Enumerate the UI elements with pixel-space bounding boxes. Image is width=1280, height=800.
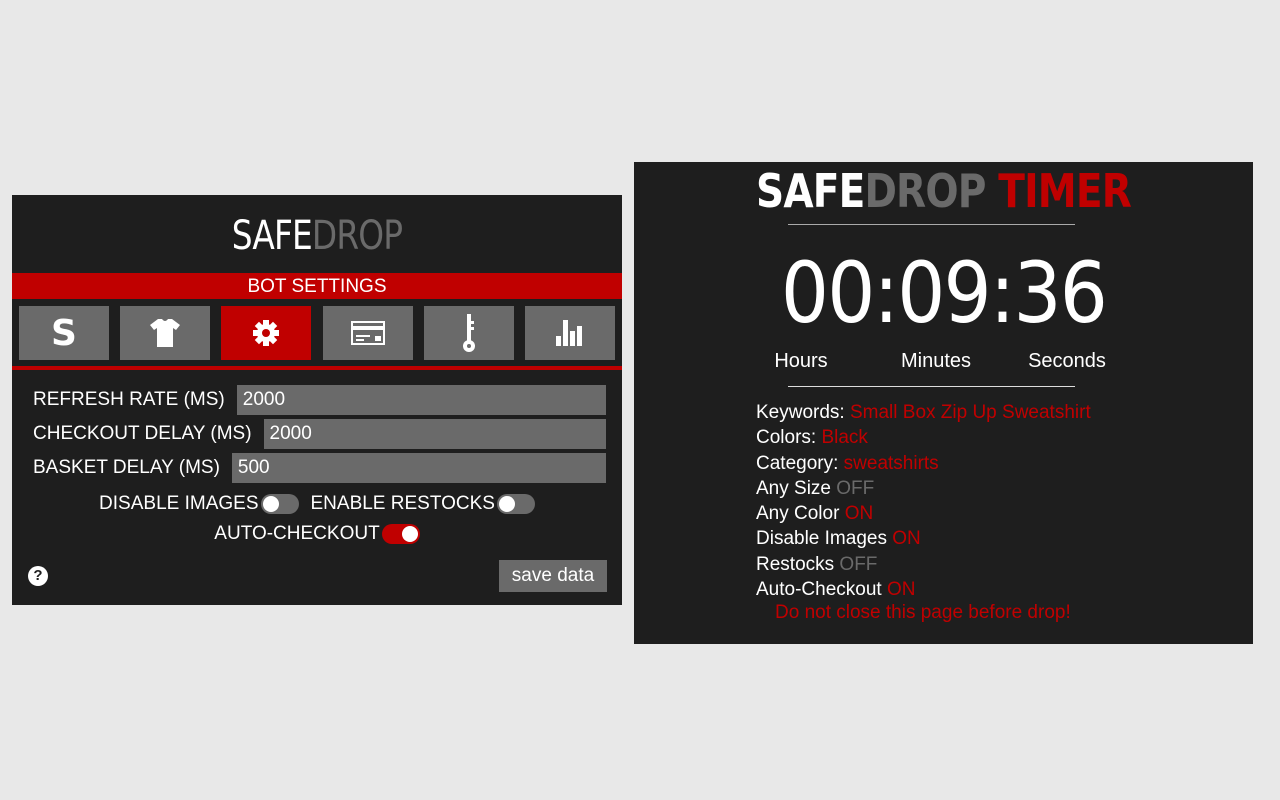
logo-drop: DROP xyxy=(311,213,403,259)
refresh-rate-label: REFRESH RATE (MS) xyxy=(33,389,225,410)
summary-row: Restocks OFF xyxy=(756,552,1091,577)
tab-supreme[interactable]: S xyxy=(19,306,109,360)
minutes-label: Minutes xyxy=(900,350,972,372)
summary-row: Any Color ON xyxy=(756,501,1091,526)
logo-safe: SAFE xyxy=(756,164,865,218)
summary-row: Disable Images ON xyxy=(756,526,1091,551)
tab-billing[interactable] xyxy=(322,306,413,360)
warning-message: Do not close this page before drop! xyxy=(775,602,1071,623)
disable-images-toggle[interactable] xyxy=(260,494,299,514)
toggle-row: AUTO-CHECKOUT xyxy=(12,523,622,545)
drop-summary: Keywords: Small Box Zip Up Sweatshirt Co… xyxy=(756,400,1091,602)
restocks-label: Restocks xyxy=(756,553,840,575)
timer-logo: SAFEDROP TIMER xyxy=(680,164,1206,218)
toggle-knob xyxy=(401,526,418,542)
summary-row: Colors: Black xyxy=(756,425,1091,450)
tab-license[interactable] xyxy=(423,306,514,360)
colors-label: Colors: xyxy=(756,427,822,449)
hours-label: Hours xyxy=(774,350,828,372)
logo-safe: SAFE xyxy=(231,213,313,259)
keywords-value: Small Box Zip Up Sweatshirt xyxy=(849,402,1091,423)
auto-checkout-value: ON xyxy=(886,579,916,601)
summary-row: Any Size OFF xyxy=(756,476,1091,501)
any-size-label: Any Size xyxy=(756,477,837,499)
toggle-knob xyxy=(262,496,279,512)
category-value: sweatshirts xyxy=(843,452,939,474)
tshirt-icon xyxy=(150,319,181,347)
disable-images-value: ON xyxy=(892,528,921,550)
basket-delay-input[interactable] xyxy=(231,453,606,483)
any-size-value: OFF xyxy=(836,477,875,499)
divider xyxy=(788,386,1075,387)
logo-drop: DROP xyxy=(864,164,986,218)
divider xyxy=(788,224,1075,225)
refresh-rate-input[interactable] xyxy=(236,385,606,415)
save-data-button[interactable]: save data xyxy=(499,560,607,592)
toggle-row: DISABLE IMAGES ENABLE RESTOCKS xyxy=(12,493,622,515)
summary-row: Keywords: Small Box Zip Up Sweatshirt xyxy=(756,400,1091,425)
countdown-display: 00:09:36 xyxy=(780,244,1108,342)
auto-checkout-label: AUTO-CHECKOUT xyxy=(214,523,380,544)
checkout-delay-input[interactable] xyxy=(263,419,606,449)
tab-settings[interactable] xyxy=(221,306,312,360)
basket-delay-label: BASKET DELAY (MS) xyxy=(33,457,220,478)
tab-products[interactable] xyxy=(120,306,211,360)
toggle-knob xyxy=(498,496,515,512)
any-color-value: ON xyxy=(844,503,874,525)
summary-row: Auto-Checkout ON xyxy=(756,577,1091,602)
disable-images-toggle-item: DISABLE IMAGES xyxy=(99,493,299,515)
colors-value: Black xyxy=(821,427,868,449)
logo: SAFEDROP xyxy=(67,213,567,259)
help-icon[interactable]: ? xyxy=(28,566,48,586)
tab-bar: S xyxy=(19,306,615,360)
timer-panel: SAFEDROP TIMER 00:09:36 Hours Minutes Se… xyxy=(634,162,1253,644)
summary-row: Category: sweatshirts xyxy=(756,451,1091,476)
logo-timer: TIMER xyxy=(985,164,1132,218)
basket-delay-row: BASKET DELAY (MS) xyxy=(33,453,606,483)
bar-chart-icon xyxy=(555,320,582,346)
auto-checkout-toggle-item: AUTO-CHECKOUT xyxy=(214,523,420,545)
restocks-value: OFF xyxy=(839,553,878,575)
enable-restocks-toggle-item: ENABLE RESTOCKS xyxy=(311,493,535,515)
keywords-label: Keywords: xyxy=(756,402,850,423)
checkout-delay-label: CHECKOUT DELAY (MS) xyxy=(33,423,252,444)
credit-card-icon xyxy=(350,321,385,345)
tab-stats[interactable] xyxy=(524,306,615,360)
any-color-label: Any Color xyxy=(756,503,845,525)
disable-images-label: Disable Images xyxy=(756,528,893,550)
checkout-delay-row: CHECKOUT DELAY (MS) xyxy=(33,419,606,449)
key-icon xyxy=(462,314,475,352)
section-banner: BOT SETTINGS xyxy=(12,273,622,299)
auto-checkout-label: Auto-Checkout xyxy=(756,579,887,601)
supreme-s-icon: S xyxy=(51,312,77,354)
category-label: Category: xyxy=(756,452,844,474)
bot-settings-panel: SAFEDROP BOT SETTINGS S REFRESH RATE (MS… xyxy=(12,195,622,605)
auto-checkout-toggle[interactable] xyxy=(381,524,420,544)
divider xyxy=(12,366,622,370)
disable-images-label: DISABLE IMAGES xyxy=(99,493,259,514)
refresh-rate-row: REFRESH RATE (MS) xyxy=(33,385,606,415)
enable-restocks-label: ENABLE RESTOCKS xyxy=(310,493,495,514)
seconds-label: Seconds xyxy=(1028,350,1106,372)
enable-restocks-toggle[interactable] xyxy=(496,494,535,514)
gear-icon xyxy=(253,320,280,346)
